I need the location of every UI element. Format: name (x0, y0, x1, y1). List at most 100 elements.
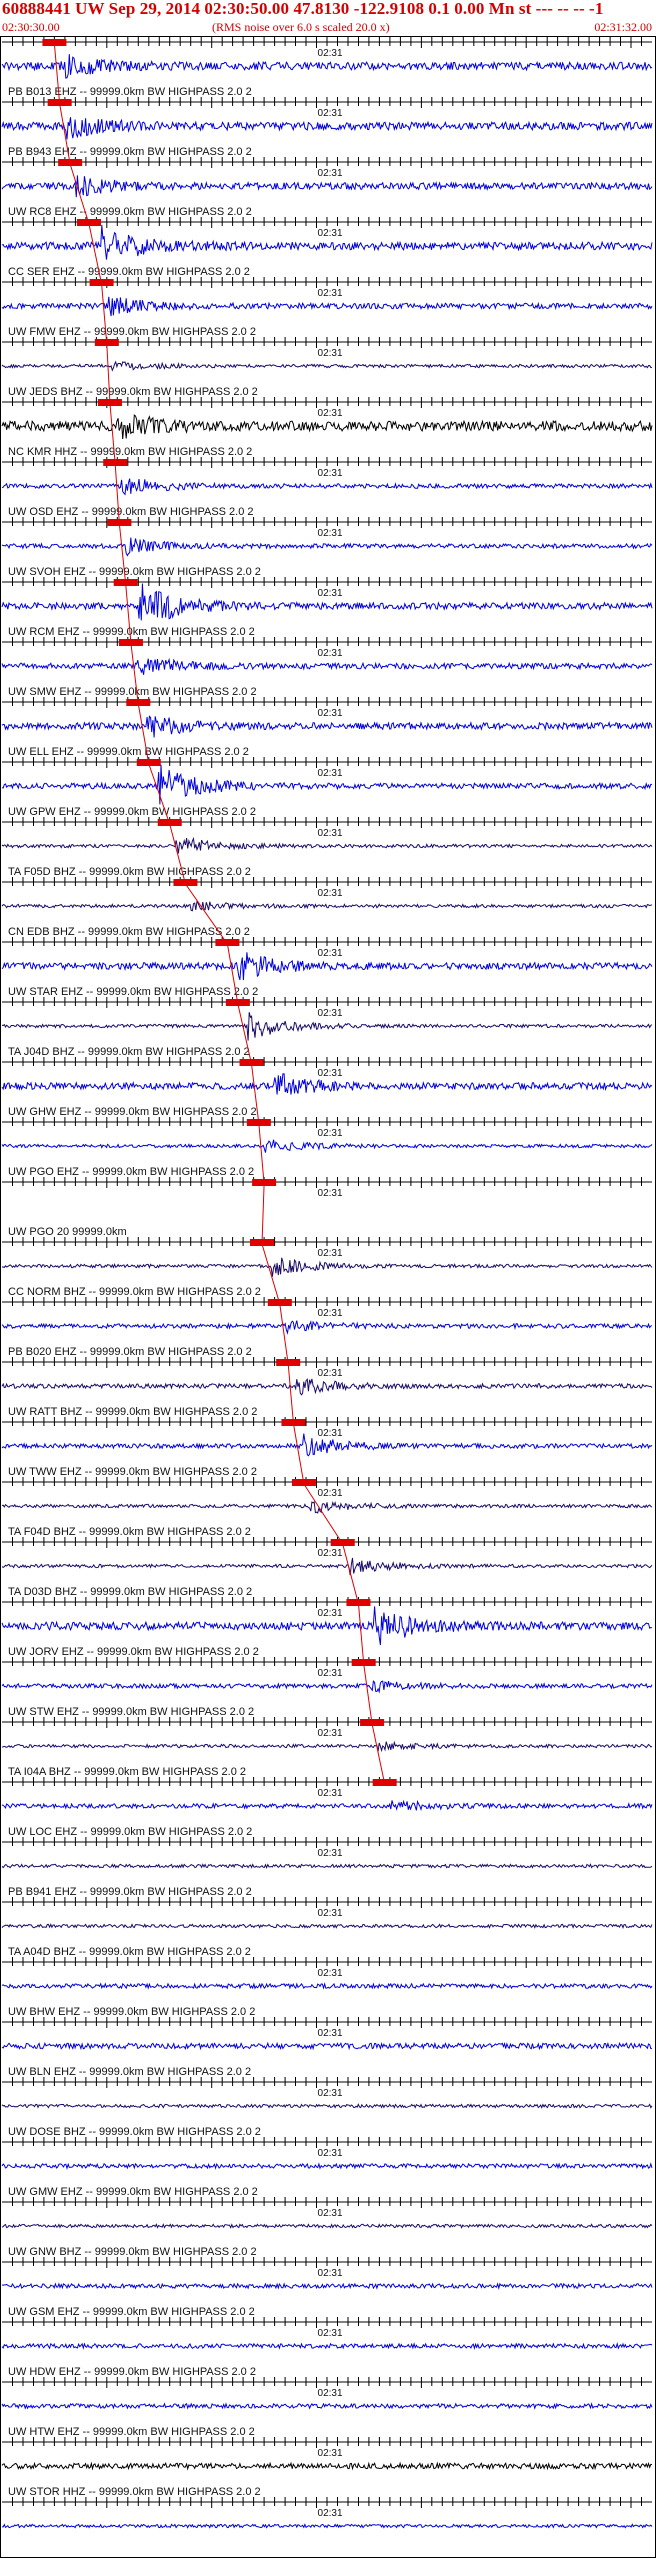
time-tick-marks (12, 1597, 642, 1608)
minute-label: 02:31 (318, 408, 343, 419)
minute-label: 02:31 (318, 1908, 343, 1919)
station-label: UW HTW EHZ -- 99999.0km BW HIGHPASS 2.0 … (8, 2426, 255, 2438)
waveform-trace (1, 2223, 653, 2229)
minute-label: 02:31 (318, 1368, 343, 1379)
waveform-trace (1, 1139, 653, 1153)
station-label: CN EDB BHZ -- 99999.0km BW HIGHPASS 2.0 … (8, 926, 250, 938)
station-label: PB B020 EHZ -- 99999.0km BW HIGHPASS 2.0… (8, 1346, 252, 1358)
station-label: NC KMR HHZ -- 99999.0km BW HIGHPASS 2.0 … (8, 446, 252, 458)
time-tick-marks (12, 1417, 642, 1428)
minute-label: 02:31 (318, 1308, 343, 1319)
station-label: UW JEDS BHZ -- 99999.0km BW HIGHPASS 2.0… (8, 386, 258, 398)
time-tick-marks (12, 1237, 642, 1248)
time-tick-marks (12, 2317, 642, 2328)
minute-label: 02:31 (318, 468, 343, 479)
time-tick-marks (12, 1477, 642, 1488)
waveform-trace (1, 2461, 653, 2471)
waveform-trace (1, 2402, 653, 2410)
station-label: UW BHW EHZ -- 99999.0km BW HIGHPASS 2.0 … (8, 2006, 255, 2018)
station-label: UW JORV EHZ -- 99999.0km BW HIGHPASS 2.0… (8, 1646, 259, 1658)
minute-label: 02:31 (318, 108, 343, 119)
waveform-trace (1, 1982, 653, 1990)
minute-label: 02:31 (318, 2268, 343, 2279)
station-label: UW LOC EHZ -- 99999.0km BW HIGHPASS 2.0 … (8, 1826, 252, 1838)
station-label: CC NORM BHZ -- 99999.0km BW HIGHPASS 2.0… (8, 1286, 261, 1298)
station-label: TA I04A BHZ -- 99999.0km BW HIGHPASS 2.0… (8, 1766, 246, 1778)
waveform-trace (1, 117, 653, 140)
waveform-trace (1, 1740, 653, 1753)
waveform-trace (2, 2523, 653, 2529)
waveform-trace (1, 2341, 653, 2350)
plot-header: 60888441 UW Sep 29, 2014 02:30:50.00 47.… (0, 0, 656, 36)
time-tick-marks (12, 2137, 642, 2148)
station-label: TA J04D BHZ -- 99999.0km BW HIGHPASS 2.0… (8, 1046, 250, 1058)
station-label: UW RC8 EHZ -- 99999.0km BW HIGHPASS 2.0 … (8, 206, 252, 218)
station-label: PB B013 EHZ -- 99999.0km BW HIGHPASS 2.0… (8, 86, 252, 98)
time-tick-marks (12, 937, 642, 948)
minute-label: 02:31 (318, 1668, 343, 1679)
seismogram-plot: 02:31 02:31 PB B013 EHZ -- 99999.0km BW HI… (0, 36, 656, 2558)
station-label: UW RCM EHZ -- 99999.0km BW HIGHPASS 2.0 … (8, 626, 255, 638)
waveform-trace (1, 1320, 653, 1335)
time-tick-marks (12, 2257, 642, 2268)
time-tick-marks (12, 877, 642, 888)
station-label: UW OSD EHZ -- 99999.0km BW HIGHPASS 2.0 … (8, 506, 254, 518)
minute-label: 02:31 (318, 1488, 343, 1499)
time-tick-marks (12, 37, 642, 48)
waveform-trace (1, 836, 653, 854)
minute-label: 02:31 (318, 2388, 343, 2399)
station-label: UW RATT BHZ -- 99999.0km BW HIGHPASS 2.0… (8, 1406, 257, 1418)
minute-label: 02:31 (318, 1188, 343, 1199)
waveform-trace (1, 657, 653, 675)
time-tick-marks (12, 697, 642, 708)
minute-label: 02:31 (318, 2088, 343, 2099)
time-tick-marks (12, 1357, 642, 1368)
station-label: UW TWW EHZ -- 99999.0km BW HIGHPASS 2.0 … (8, 1466, 257, 1478)
station-label: UW GNW BHZ -- 99999.0km BW HIGHPASS 2.0 … (8, 2246, 257, 2258)
station-label: UW GHW EHZ -- 99999.0km BW HIGHPASS 2.0 … (8, 1106, 257, 1118)
time-tick-marks (12, 157, 642, 168)
minute-label: 02:31 (318, 888, 343, 899)
station-label: UW STOR HHZ -- 99999.0km BW HIGHPASS 2.0… (8, 2486, 261, 2498)
waveform-trace (1, 1799, 653, 1812)
time-tick-marks (12, 1057, 642, 1068)
time-tick-marks (12, 2017, 642, 2028)
minute-label: 02:31 (318, 1128, 343, 1139)
minute-label: 02:31 (318, 2448, 343, 2459)
waveform-trace (1, 360, 653, 372)
time-tick-marks (12, 1717, 642, 1728)
waveform-trace (1, 1557, 653, 1576)
waveform-trace (1, 1378, 653, 1396)
waveform-trace (1, 899, 653, 912)
minute-label: 02:31 (318, 1548, 343, 1559)
waveform-trace (1, 1863, 653, 1869)
minute-label: 02:31 (318, 348, 343, 359)
time-tick-marks (12, 1897, 642, 1908)
time-tick-marks (12, 1537, 642, 1548)
station-label: TA F05D BHZ -- 99999.0km BW HIGHPASS 2.0… (8, 866, 251, 878)
time-tick-marks (12, 1177, 642, 1188)
minute-label: 02:31 (318, 1008, 343, 1019)
minute-label: 02:31 (318, 48, 343, 59)
station-label: UW GMW EHZ -- 99999.0km BW HIGHPASS 2.0 … (8, 2186, 258, 2198)
time-tick-marks (12, 637, 642, 648)
waveform-trace (1, 537, 653, 557)
start-time: 02:30:30.00 (2, 20, 60, 34)
minute-label: 02:31 (318, 588, 343, 599)
time-tick-marks (12, 817, 642, 828)
minute-label: 02:31 (318, 1848, 343, 1859)
minute-label: 02:31 (318, 1968, 343, 1979)
time-tick-marks (12, 2197, 642, 2208)
minute-label: 02:31 (318, 1428, 343, 1439)
station-label: UW BLN EHZ -- 99999.0km BW HIGHPASS 2.0 … (8, 2066, 251, 2078)
waveform-trace (1, 478, 653, 496)
time-tick-marks (12, 577, 642, 588)
minute-label: 02:31 (318, 1608, 343, 1619)
time-tick-marks (12, 97, 642, 108)
waveform-trace (1, 2103, 653, 2109)
time-tick-marks (12, 517, 642, 528)
time-tick-marks (12, 997, 642, 1008)
minute-label: 02:31 (318, 648, 343, 659)
station-label: UW STW EHZ -- 99999.0km BW HIGHPASS 2.0 … (8, 1706, 254, 1718)
minute-label: 02:31 (318, 1248, 343, 1259)
